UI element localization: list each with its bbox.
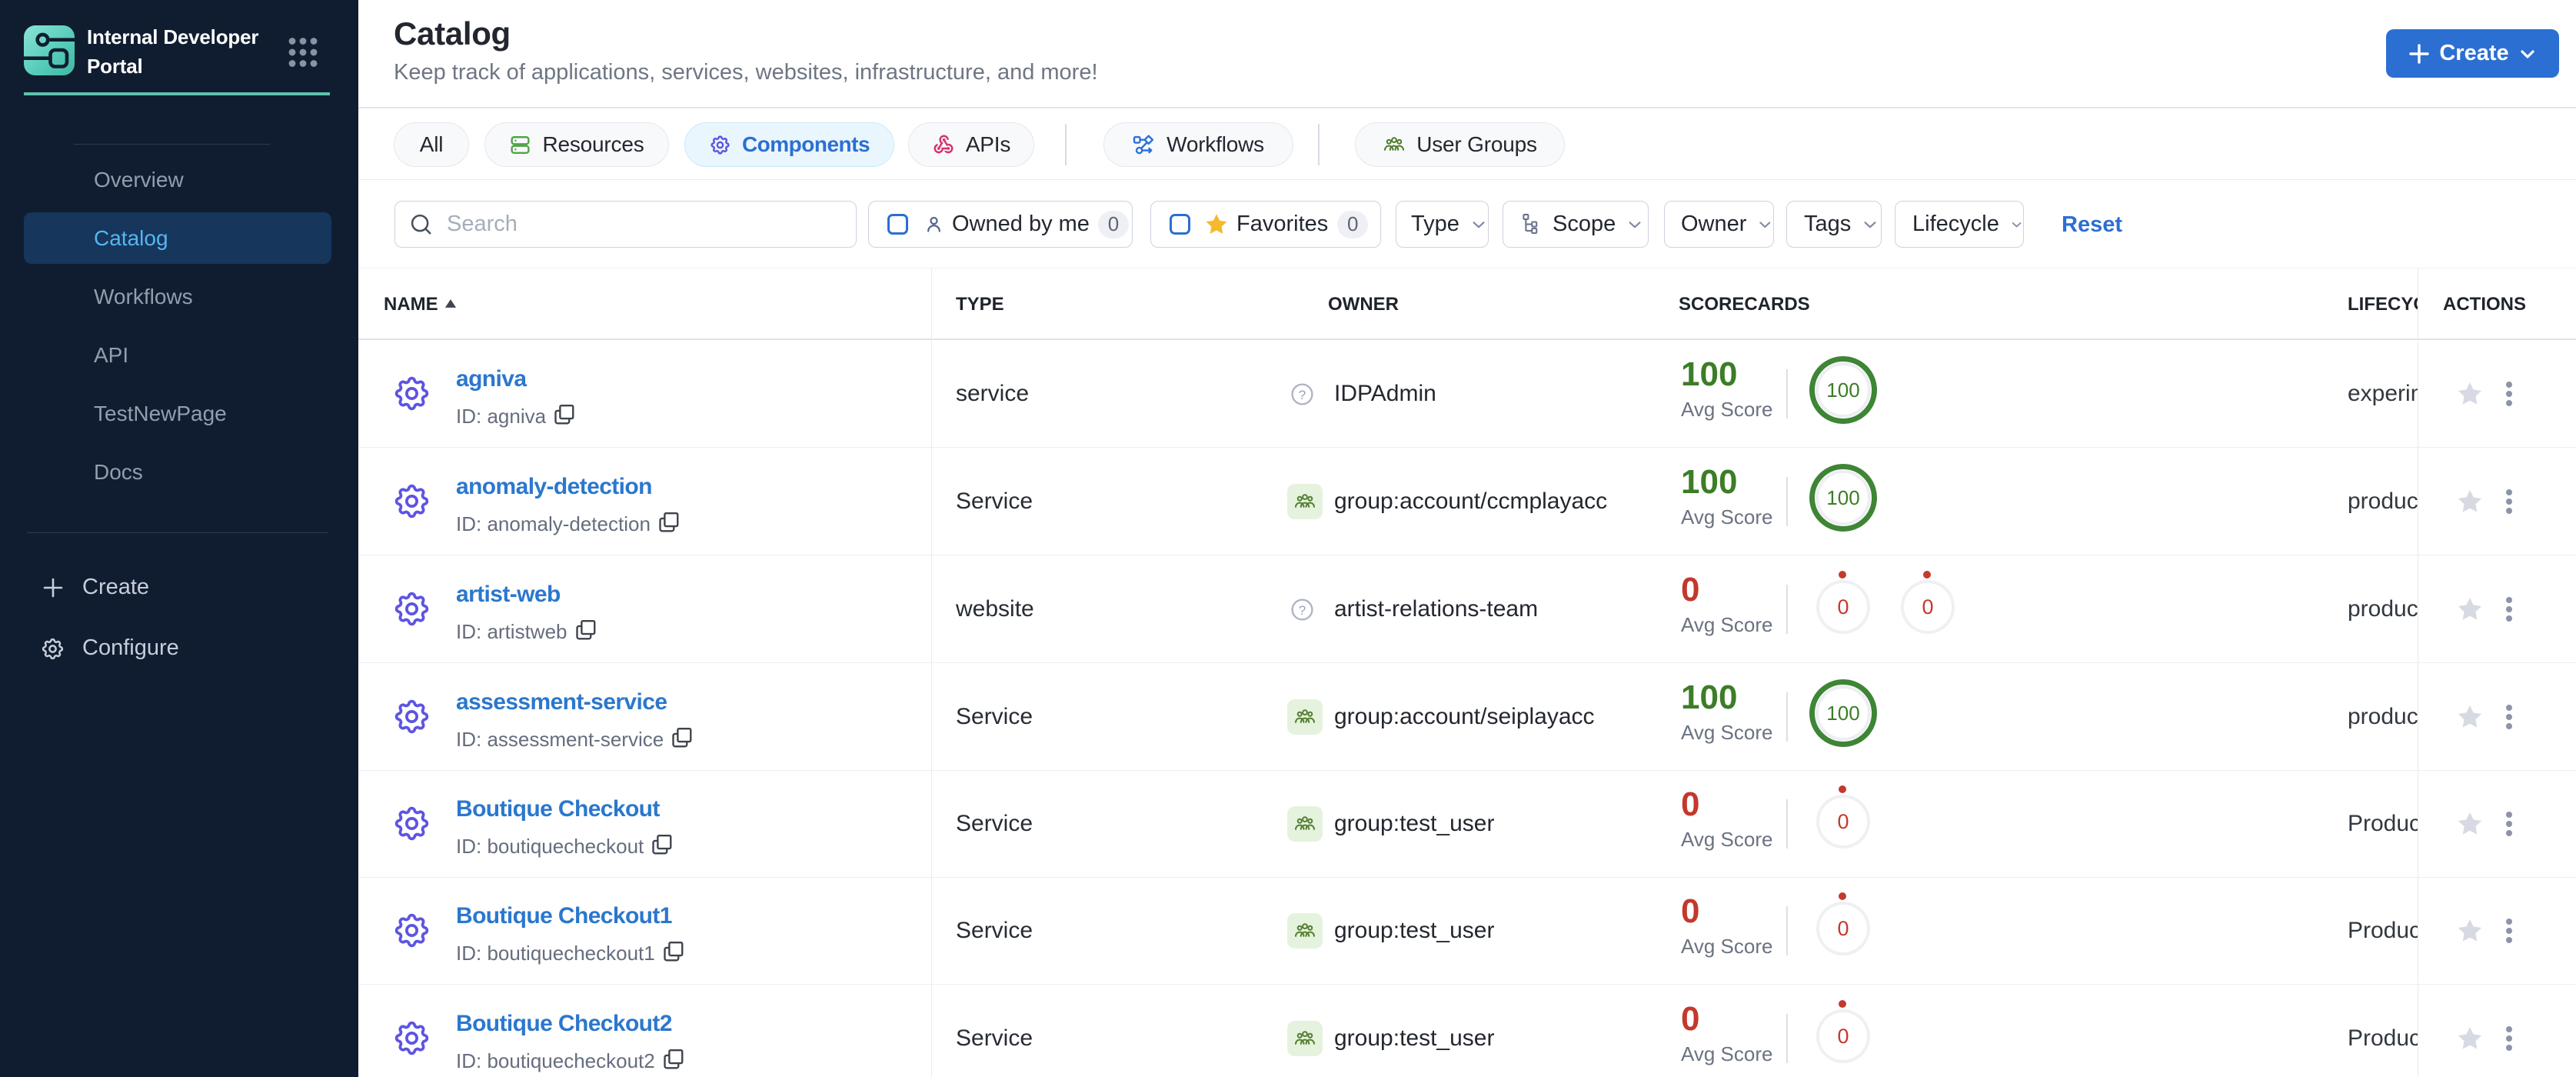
svg-text:?: ? xyxy=(1299,603,1306,618)
svg-text:?: ? xyxy=(1299,388,1306,402)
